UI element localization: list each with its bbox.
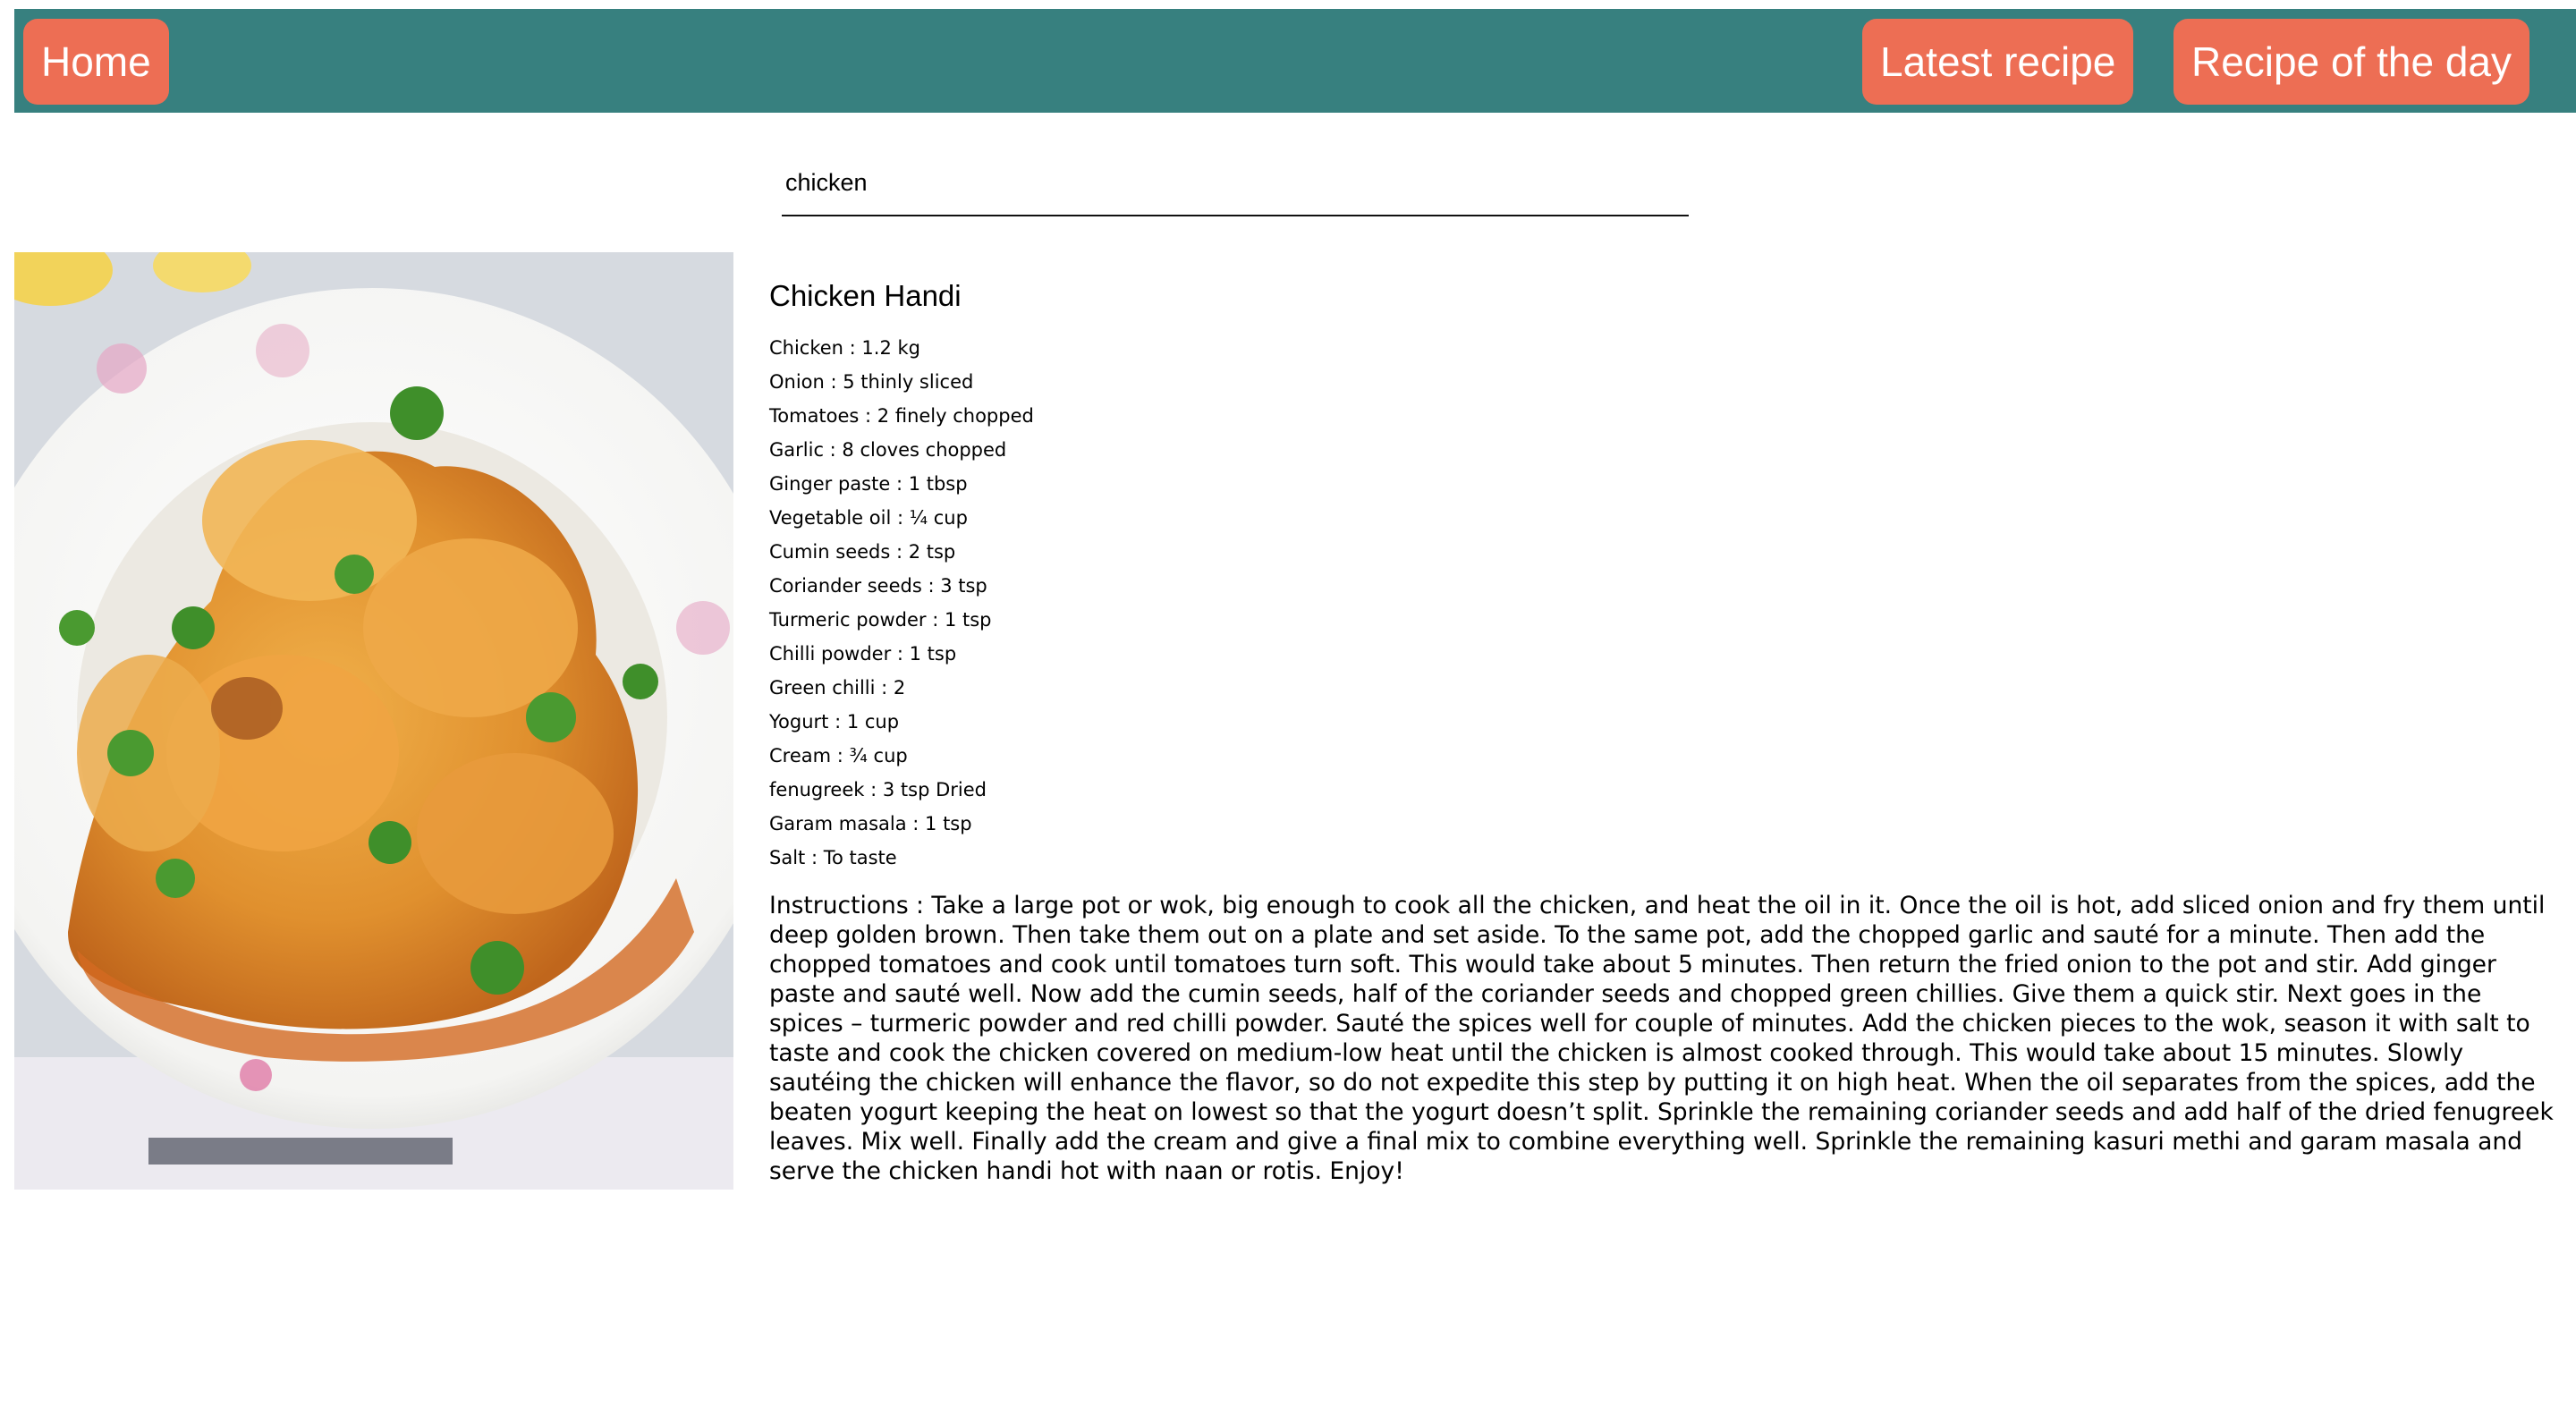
- ingredient-item: Chilli powder : 1 tsp: [769, 643, 957, 665]
- ingredient-item: Garlic : 8 cloves chopped: [769, 439, 1007, 461]
- ingredient-item: Salt : To taste: [769, 847, 897, 868]
- ingredient-item: Green chilli : 2: [769, 677, 906, 699]
- home-button[interactable]: Home: [23, 19, 169, 105]
- latest-recipe-button[interactable]: Latest recipe: [1862, 19, 2134, 105]
- ingredient-item: Ginger paste : 1 tbsp: [769, 473, 968, 495]
- recipe-instructions: Instructions : Take a large pot or wok, …: [769, 892, 2554, 1185]
- recipe-title: Chicken Handi: [769, 279, 962, 312]
- ingredient-item: Turmeric powder : 1 tsp: [769, 609, 992, 631]
- recipe-details: Chicken Handi Chicken : 1.2 kg Onion : 5…: [769, 279, 2558, 1186]
- ingredient-item: Tomatoes : 2 finely chopped: [769, 405, 1034, 427]
- ingredient-item: Yogurt : 1 cup: [769, 711, 900, 733]
- search-field: [782, 150, 1689, 216]
- ingredient-item: Chicken : 1.2 kg: [769, 337, 920, 359]
- ingredient-item: Cream : ¾ cup: [769, 745, 908, 767]
- ingredient-item: Coriander seeds : 3 tsp: [769, 575, 987, 597]
- ingredient-item: Cumin seeds : 2 tsp: [769, 541, 956, 563]
- ingredient-item: Garam masala : 1 tsp: [769, 813, 972, 834]
- recipe-of-the-day-button[interactable]: Recipe of the day: [2174, 19, 2530, 105]
- top-navbar: Home Latest recipe Recipe of the day: [14, 9, 2576, 113]
- ingredient-item: fenugreek : 3 tsp Dried: [769, 779, 987, 800]
- recipe-photo: [14, 252, 733, 1190]
- chicken-handi-image: [14, 252, 733, 1190]
- ingredient-list: Chicken : 1.2 kg Onion : 5 thinly sliced…: [769, 331, 2558, 875]
- ingredient-item: Onion : 5 thinly sliced: [769, 371, 974, 393]
- search-input[interactable]: [782, 150, 1689, 215]
- ingredient-item: Vegetable oil : ¼ cup: [769, 507, 968, 529]
